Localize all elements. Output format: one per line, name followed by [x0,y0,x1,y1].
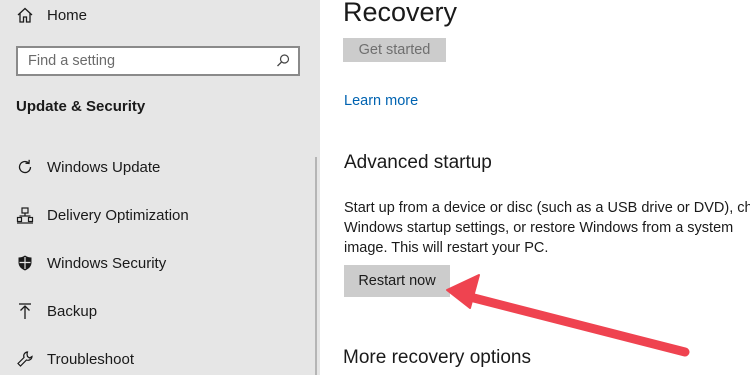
refresh-icon [16,158,34,176]
sidebar-item-label: Troubleshoot [47,350,134,368]
main-content: Recovery Get started Learn more Advanced… [320,0,750,375]
sidebar-item-label: Windows Security [47,254,167,272]
sidebar-home[interactable]: Home [16,4,87,26]
sidebar-item-backup[interactable]: Backup [16,299,97,323]
sidebar-scrollbar[interactable] [315,157,317,375]
description-line: image. This will restart your PC. [344,240,549,256]
more-recovery-options-heading: More recovery options [343,347,531,368]
home-icon [16,6,34,24]
restart-now-button[interactable]: Restart now [344,265,450,297]
advanced-startup-description: Start up from a device or disc (such as … [344,198,750,258]
section-title: Update & Security [16,98,146,115]
search-icon[interactable] [275,53,291,69]
sidebar-item-delivery-optimization[interactable]: Delivery Optimization [16,203,189,227]
home-label: Home [47,6,88,24]
learn-more-link[interactable]: Learn more [344,93,418,109]
search-input[interactable] [18,48,270,74]
sidebar-item-label: Backup [47,302,98,320]
delivery-optimization-icon [16,206,34,224]
sidebar-item-windows-update[interactable]: Windows Update [16,155,160,179]
sidebar: Home Update & Security Windows Update [0,0,320,375]
backup-arrow-icon [16,302,34,320]
sidebar-item-windows-security[interactable]: Windows Security [16,251,166,275]
description-line: Windows startup settings, or restore Win… [344,220,734,236]
shield-icon [16,254,34,272]
advanced-startup-heading: Advanced startup [344,152,492,173]
sidebar-item-label: Delivery Optimization [47,206,189,224]
search-box[interactable] [16,46,300,76]
sidebar-item-troubleshoot[interactable]: Troubleshoot [16,347,134,371]
description-line: Start up from a device or disc (such as … [344,200,750,216]
sidebar-item-label: Windows Update [47,158,161,176]
settings-window: Home Update & Security Windows Update [0,0,750,375]
page-title: Recovery [343,0,458,27]
get-started-button[interactable]: Get started [343,38,446,62]
wrench-icon [16,350,34,368]
